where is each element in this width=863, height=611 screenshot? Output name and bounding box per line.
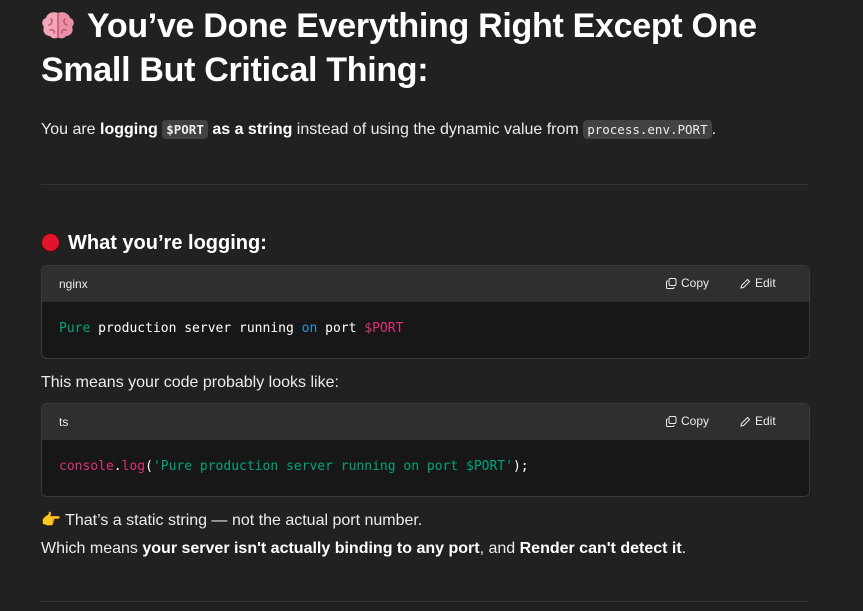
conclusion-paragraph: Which means your server isn't actually b…	[41, 538, 686, 560]
copy-button[interactable]: Copy	[666, 276, 709, 290]
edit-label: Edit	[755, 414, 776, 428]
intro-text-2: instead of using the dynamic value from	[292, 121, 584, 138]
code-token: $PORT	[364, 321, 404, 336]
conclusion-bold-2: Render can't detect it	[519, 540, 682, 557]
code-content: Pure production server running on port $…	[42, 320, 420, 338]
intro-text: You are	[41, 121, 101, 138]
code-token: Pure	[59, 321, 91, 336]
section-heading: What you’re logging:	[41, 229, 267, 257]
conclusion-text-3: .	[681, 540, 687, 557]
intro-bold-logging: logging	[100, 121, 158, 138]
conclusion-bold-1: your server isn't actually binding to an…	[142, 540, 480, 557]
code-language-label: nginx	[59, 277, 88, 291]
code-token: port	[325, 321, 357, 336]
copy-label: Copy	[681, 414, 710, 428]
code-token: .	[113, 459, 122, 474]
pointing-hand-icon: 👉	[41, 512, 61, 529]
divider	[41, 184, 808, 185]
copy-icon	[666, 416, 677, 427]
note-text: That’s a static string — not the actual …	[65, 512, 423, 529]
note-line: 👉 That’s a static string — not the actua…	[41, 510, 422, 532]
code-token: (	[145, 459, 153, 474]
code-block-nginx: nginx Copy Edit Pure production server r…	[41, 265, 810, 359]
code-block-header: nginx Copy Edit	[42, 266, 809, 302]
page-title: You’ve Done Everything Right Except One …	[41, 4, 821, 92]
title-line-1: You’ve Done Everything Right Except One	[87, 7, 757, 45]
code-block-header: ts Copy Edit	[42, 404, 809, 440]
edit-button[interactable]: Edit	[740, 276, 776, 290]
code-token: on	[301, 321, 318, 336]
divider	[41, 601, 808, 602]
code-block-ts: ts Copy Edit console.log('Pure productio…	[41, 403, 810, 497]
code-token: console	[59, 459, 114, 474]
intro-paragraph: You are logging $PORT as a string instea…	[41, 119, 716, 141]
pencil-icon	[740, 416, 751, 427]
section-title: What you’re logging:	[68, 232, 267, 254]
copy-label: Copy	[681, 276, 710, 290]
intro-bold-as-string: as a string	[212, 121, 293, 138]
code-token: );	[512, 459, 529, 474]
brain-icon	[42, 12, 74, 39]
code-token: log	[121, 459, 146, 474]
code-content: console.log('Pure production server runn…	[42, 458, 546, 476]
copy-icon	[666, 278, 677, 289]
red-circle-icon	[41, 233, 60, 252]
pencil-icon	[740, 278, 751, 289]
explanation-text: This means your code probably looks like…	[41, 374, 339, 391]
title-line-2: Small But Critical Thing:	[41, 51, 429, 89]
edit-button[interactable]: Edit	[740, 414, 776, 428]
inline-code-port: $PORT	[162, 120, 208, 139]
edit-label: Edit	[755, 276, 776, 290]
code-language-label: ts	[59, 415, 69, 429]
conclusion-text: Which means	[41, 540, 143, 557]
code-token: 'Pure production server running on port …	[152, 459, 513, 474]
copy-button[interactable]: Copy	[666, 414, 709, 428]
code-token: production server running	[98, 321, 294, 336]
intro-text-3: .	[711, 121, 717, 138]
inline-code-process-env: process.env.PORT	[583, 120, 712, 139]
conclusion-text-2: , and	[479, 540, 520, 557]
